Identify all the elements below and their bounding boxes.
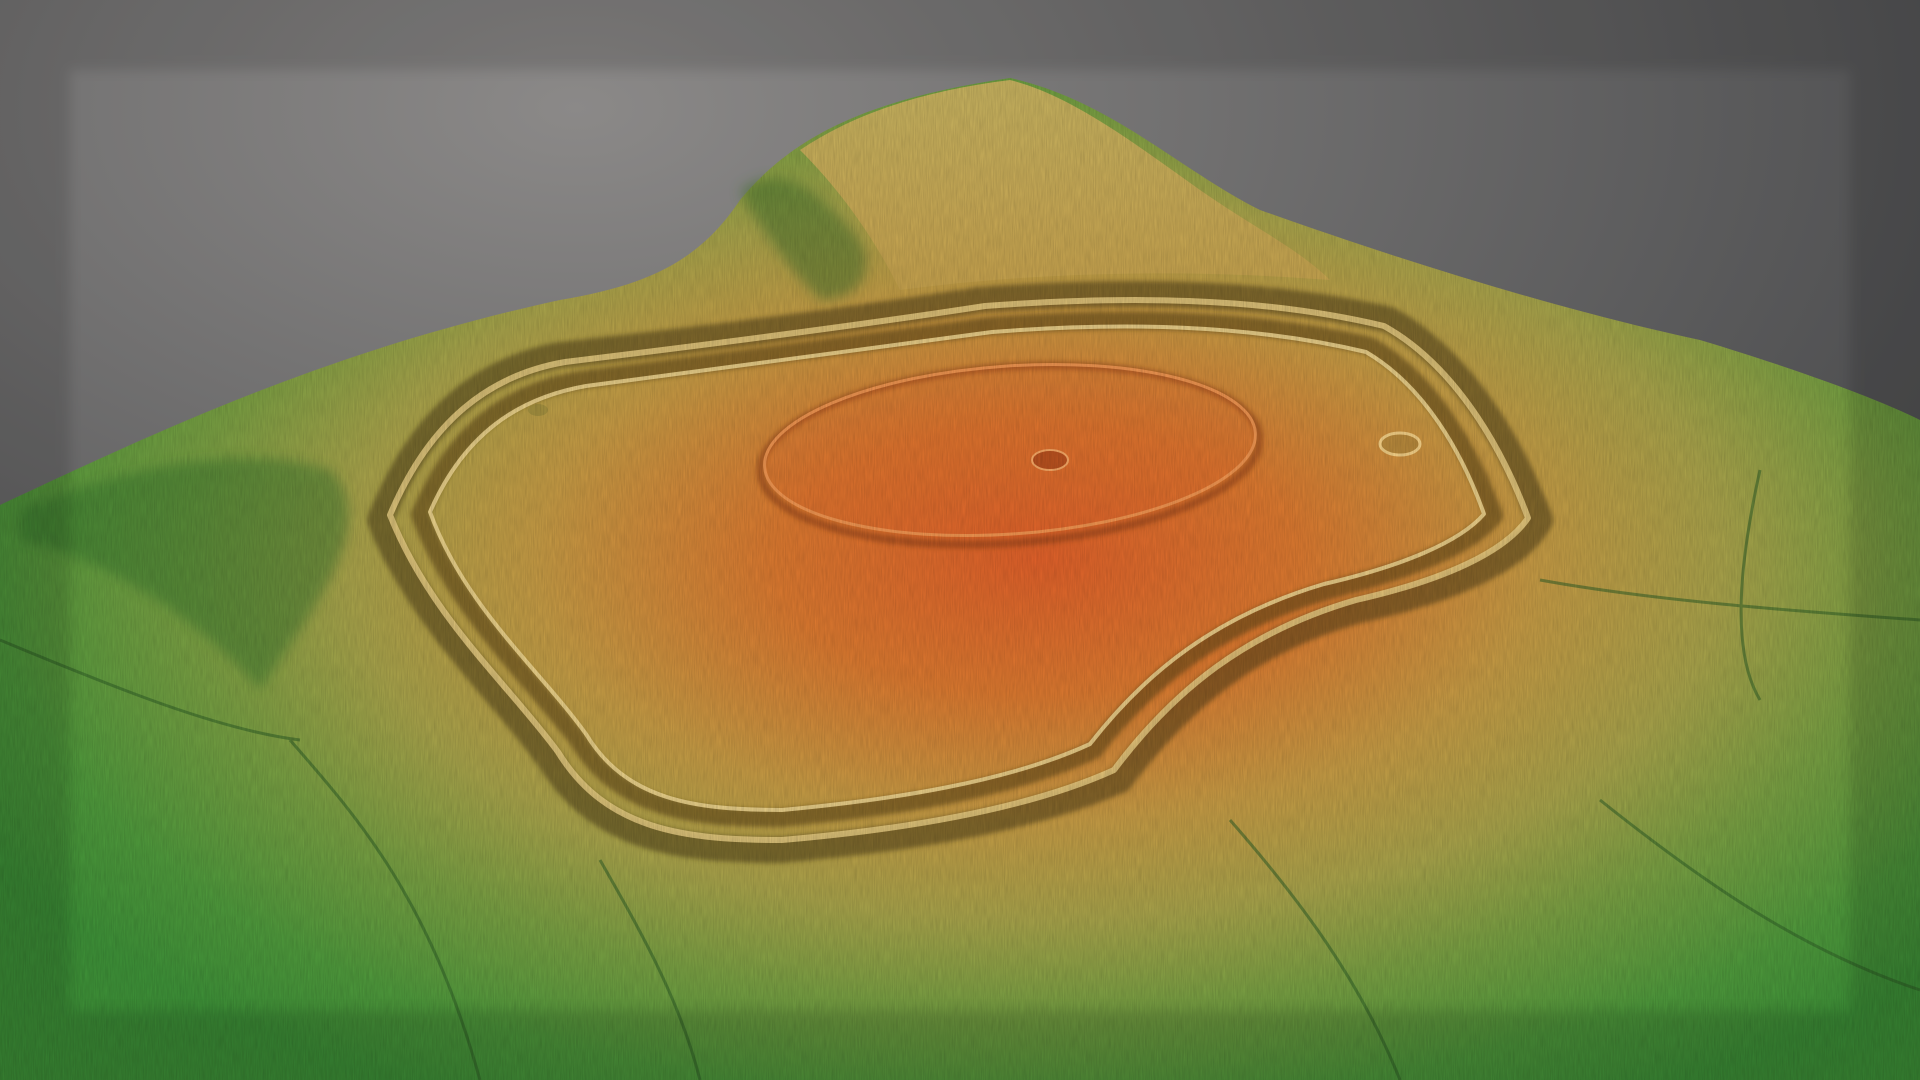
terrain-render [0, 0, 1920, 1080]
terrain-svg [0, 0, 1920, 1080]
